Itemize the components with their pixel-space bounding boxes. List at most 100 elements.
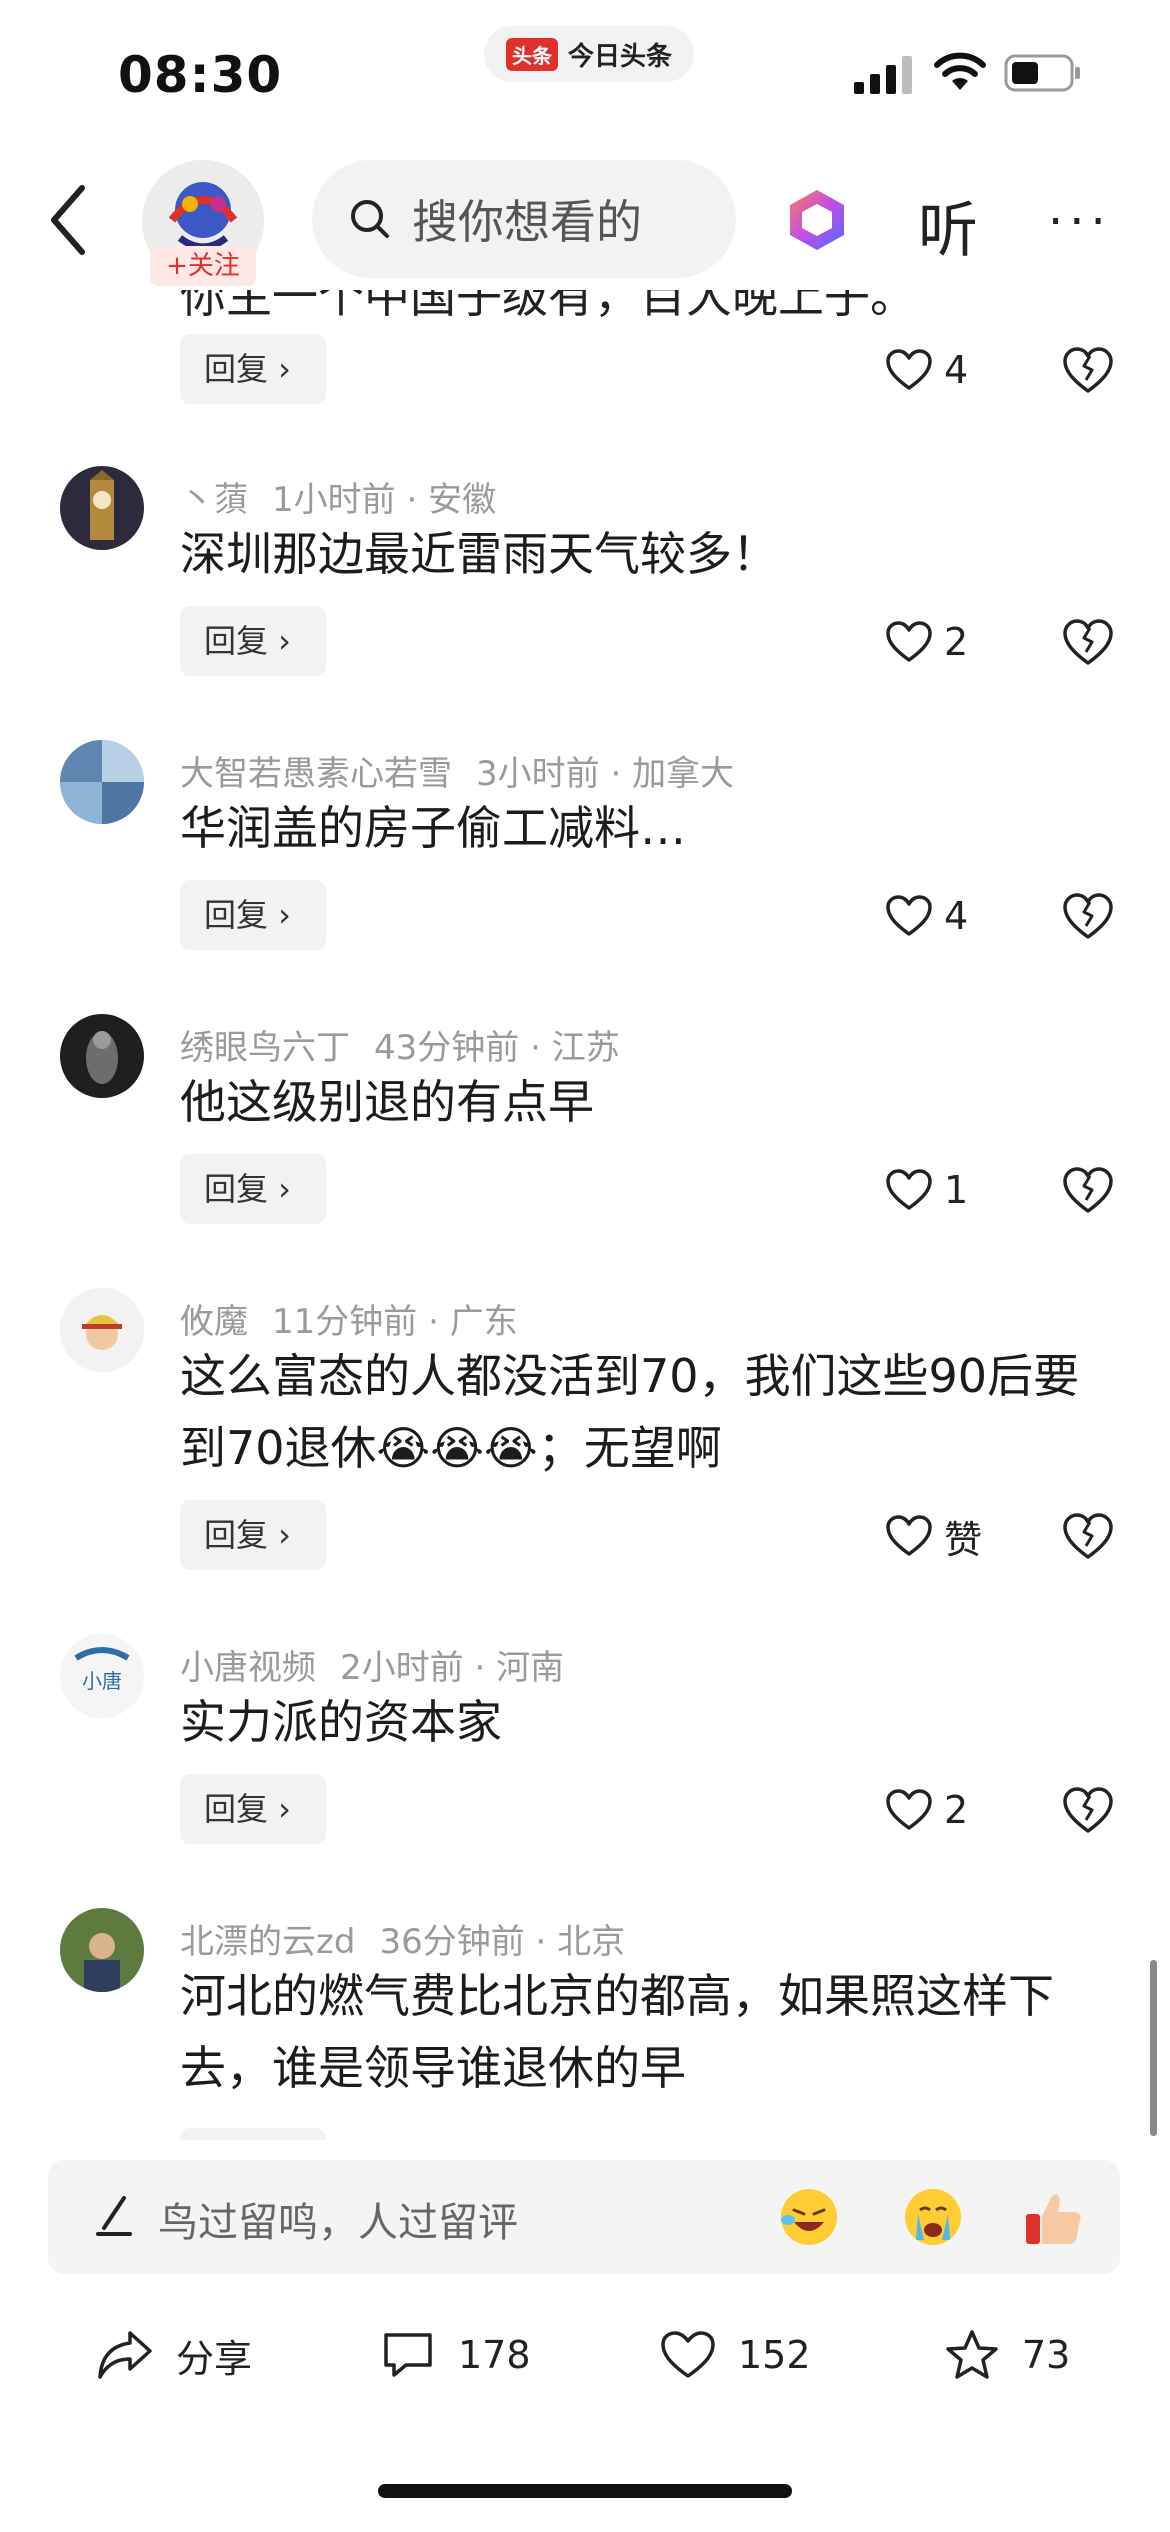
reply-button[interactable]: 回复 › xyxy=(180,1774,326,1844)
reply-row: 回复 › 2 xyxy=(0,606,1170,676)
more-button[interactable]: ··· xyxy=(1048,194,1112,250)
like-button[interactable]: 4 xyxy=(886,888,968,944)
comment-button[interactable]: 178 xyxy=(380,2320,531,2390)
heart-icon xyxy=(886,349,932,390)
commenter-name[interactable]: 小唐视频 xyxy=(180,1648,316,1688)
heart-icon xyxy=(886,1169,932,1210)
star-icon xyxy=(946,2330,998,2379)
pen-icon xyxy=(96,2196,132,2236)
reply-row: 回复 › 赞 xyxy=(0,1500,1170,1570)
like-button[interactable]: 4 xyxy=(886,342,968,398)
commenter-name[interactable]: 丶蕦 xyxy=(180,480,248,520)
commenter-avatar[interactable]: 小唐 xyxy=(60,1634,144,1718)
comment-text: 这么富态的人都没活到70，我们这些90后要到70退休😭😭😭；无望啊 xyxy=(180,1349,1080,1475)
home-indicator xyxy=(378,2484,792,2498)
ai-assistant-icon[interactable] xyxy=(786,188,848,252)
share-icon xyxy=(98,2331,152,2379)
heart-icon xyxy=(886,1789,932,1830)
search-icon xyxy=(351,200,389,238)
broken-heart-icon[interactable] xyxy=(1062,1164,1114,1216)
commenter-avatar[interactable] xyxy=(60,740,144,824)
like-count: 4 xyxy=(944,348,969,392)
wifi-icon xyxy=(934,52,986,90)
reply-button[interactable]: 回复 › xyxy=(180,606,326,676)
comment-text: 河北的燃气费比北京的都高，如果照这样下去，谁是领导谁退休的早 xyxy=(180,1969,1054,2095)
broken-heart-icon[interactable] xyxy=(1062,890,1114,942)
comment-location: 安徽 xyxy=(428,480,497,520)
comment-time: 2小时前 xyxy=(340,1648,464,1688)
top-nav: +关注 搜你想看的 听 ··· xyxy=(0,150,1170,290)
svg-text:小唐: 小唐 xyxy=(82,1669,122,1693)
comment-time: 1小时前 xyxy=(272,480,396,520)
commenter-name[interactable]: 绣眼鸟六丁 xyxy=(180,1028,350,1068)
broken-heart-icon[interactable] xyxy=(1062,1510,1114,1562)
like-article-button[interactable]: 152 xyxy=(660,2320,811,2390)
comment-meta: 绣眼鸟六丁 43分钟前 · 江苏 xyxy=(180,1020,620,1069)
comment-input[interactable]: 鸟过留鸣，人过留评 xyxy=(48,2160,1120,2274)
broken-heart-icon[interactable] xyxy=(1062,344,1114,396)
comment-meta: 丶蕦 1小时前 · 安徽 xyxy=(180,472,496,521)
comment-text: 实力派的资本家 xyxy=(180,1695,502,1749)
reply-row: 回复 › 4 xyxy=(0,334,1170,404)
heart-icon xyxy=(886,895,932,936)
status-bar: 08:30 头条 今日头条 xyxy=(0,0,1170,150)
comment-list[interactable]: 你主一个中国子级有，目大晚上子。 回复 › 4 丶蕦 1小时前 · 安徽 深圳那边… xyxy=(0,290,1170,2140)
commenter-name[interactable]: 攸魔 xyxy=(180,1302,248,1342)
scrollbar[interactable] xyxy=(1150,1960,1157,2136)
commenter-name[interactable]: 北漂的云zd xyxy=(180,1922,355,1962)
comment-text: 华润盖的房子偷工减料… xyxy=(180,801,686,855)
battery-icon xyxy=(1004,54,1080,92)
thumbs-up-emoji-icon[interactable] xyxy=(1020,2184,1086,2250)
favorite-button[interactable]: 73 xyxy=(944,2320,1070,2390)
reply-button[interactable]: 回复 › xyxy=(180,880,326,950)
meta-separator: · xyxy=(474,1648,486,1688)
app-pill-brand: 头条 xyxy=(506,37,558,71)
comment-location: 北京 xyxy=(557,1922,626,1962)
author-avatar[interactable]: +关注 xyxy=(142,160,264,286)
broken-heart-icon[interactable] xyxy=(1062,1784,1114,1836)
laughing-emoji-icon[interactable] xyxy=(776,2184,842,2250)
listen-button[interactable]: 听 xyxy=(918,182,978,269)
commenter-avatar[interactable] xyxy=(60,1908,144,1992)
bottom-action-bar: 分享 178 152 73 xyxy=(0,2300,1170,2410)
commenter-name[interactable]: 大智若愚素心若雪 xyxy=(180,754,452,794)
like-count: 2 xyxy=(944,1788,969,1832)
like-button[interactable]: 2 xyxy=(886,1782,968,1838)
heart-icon xyxy=(886,1515,932,1556)
search-placeholder: 搜你想看的 xyxy=(412,195,642,249)
meta-separator: · xyxy=(428,1302,439,1342)
heart-icon xyxy=(886,621,932,662)
favorite-count: 73 xyxy=(1022,2333,1071,2377)
like-button[interactable]: 赞 xyxy=(886,1508,982,1564)
like-count: 2 xyxy=(944,620,969,664)
reply-button[interactable]: 回复 › xyxy=(180,334,326,404)
search-bar[interactable]: 搜你想看的 xyxy=(312,160,736,278)
reply-button[interactable] xyxy=(180,2128,326,2140)
status-time: 08:30 xyxy=(118,46,283,104)
reply-row: 回复 › 4 xyxy=(0,880,1170,950)
comment-location: 加拿大 xyxy=(632,754,735,794)
heart-icon xyxy=(661,2331,715,2378)
follow-button[interactable]: +关注 xyxy=(150,246,256,286)
app-pill[interactable]: 头条 今日头条 xyxy=(484,26,695,82)
meta-separator: · xyxy=(610,754,622,794)
reply-row: 回复 › 2 xyxy=(0,1774,1170,1844)
comment-meta: 北漂的云zd 36分钟前 · 北京 xyxy=(180,1914,625,1963)
commenter-avatar[interactable] xyxy=(60,466,144,550)
comment-icon xyxy=(384,2333,432,2377)
back-arrow-icon[interactable] xyxy=(40,180,100,260)
comment-location: 广东 xyxy=(449,1302,518,1342)
like-button[interactable]: 1 xyxy=(886,1162,968,1218)
reply-button[interactable]: 回复 › xyxy=(180,1500,326,1570)
clipped-comment-text: 你主一个中国子级有，目大晚上子。 xyxy=(180,290,916,323)
crying-emoji-icon[interactable] xyxy=(900,2184,966,2250)
commenter-avatar[interactable] xyxy=(60,1014,144,1098)
share-button[interactable]: 分享 xyxy=(96,2320,252,2390)
reply-button[interactable]: 回复 › xyxy=(180,1154,326,1224)
comment-count: 178 xyxy=(458,2333,531,2377)
broken-heart-icon[interactable] xyxy=(1062,616,1114,668)
like-button[interactable]: 2 xyxy=(886,614,968,670)
commenter-avatar[interactable] xyxy=(60,1288,144,1372)
comment-time: 11分钟前 xyxy=(272,1302,418,1342)
app-pill-name: 今日头条 xyxy=(568,41,673,72)
